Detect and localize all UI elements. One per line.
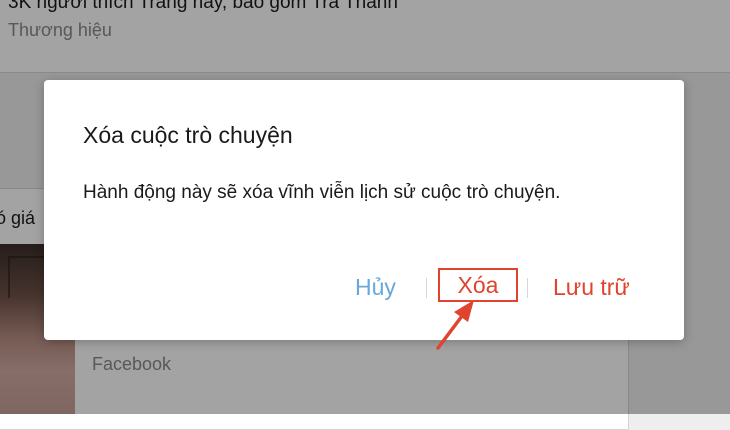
- dialog-title: Xóa cuộc trò chuyện: [83, 122, 293, 148]
- dialog-message: Hành động này sẽ xóa vĩnh viễn lịch sử c…: [83, 182, 561, 203]
- delete-button[interactable]: Xóa: [438, 268, 518, 302]
- delete-conversation-dialog: Xóa cuộc trò chuyện Hành động này sẽ xóa…: [44, 80, 684, 340]
- button-divider: [527, 278, 528, 298]
- dialog-actions: Hủy Xóa Lưu trữ: [44, 268, 684, 304]
- cancel-button[interactable]: Hủy: [355, 270, 396, 304]
- archive-button[interactable]: Lưu trữ: [553, 270, 630, 304]
- button-divider: [426, 278, 427, 298]
